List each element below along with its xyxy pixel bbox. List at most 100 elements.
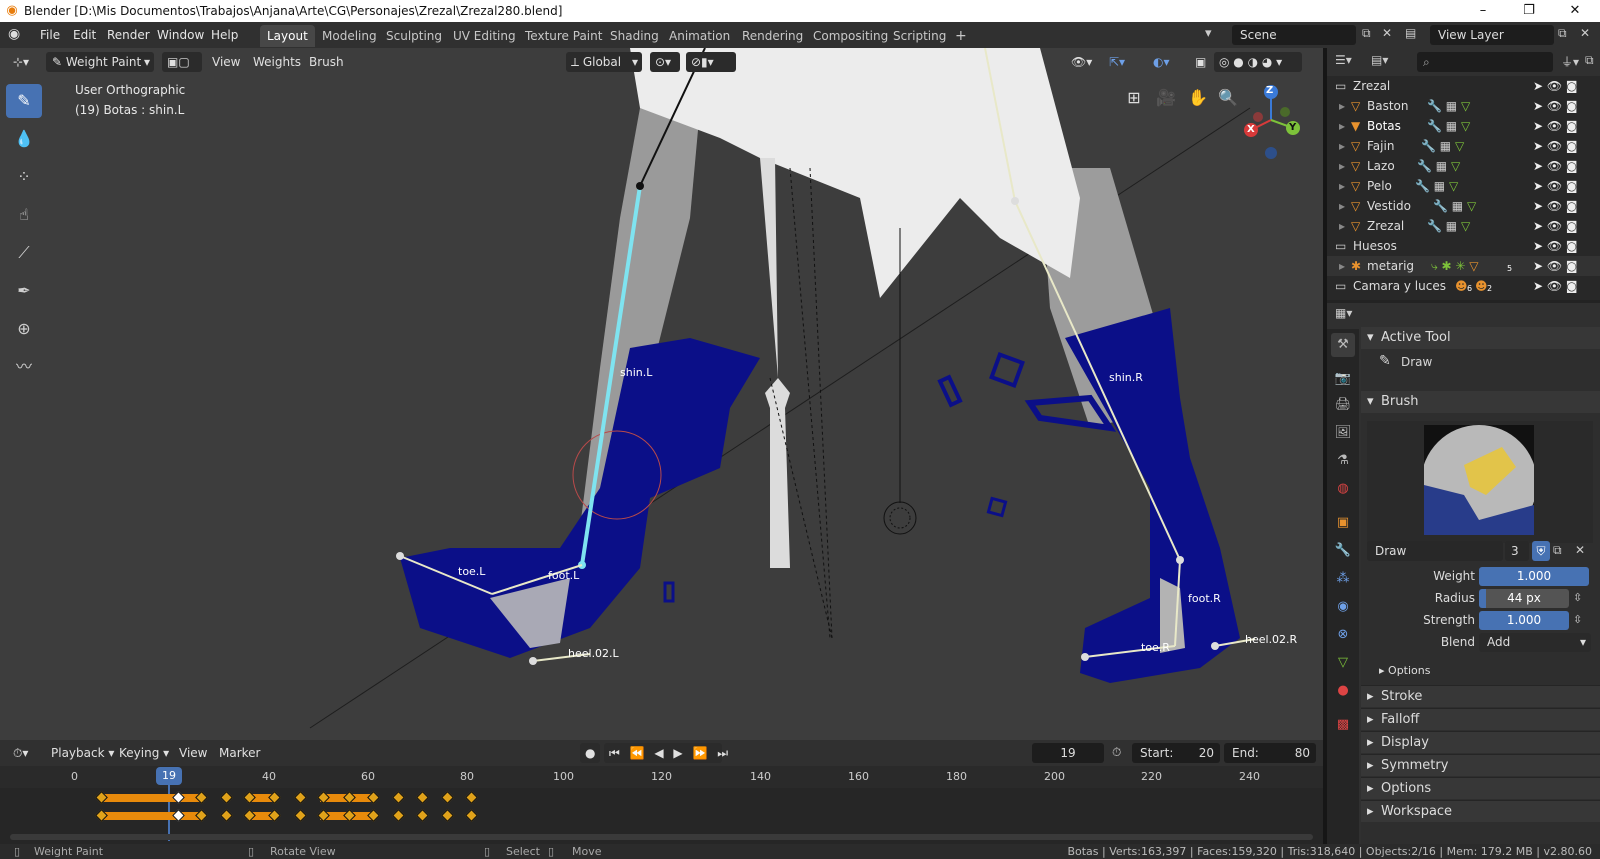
row-visibility-icons[interactable]: ➤ 👁 ◙ <box>1533 216 1578 236</box>
menu-playback[interactable]: Playback ▾ <box>46 743 119 763</box>
properties-editor-icon[interactable]: ▦▾ <box>1335 306 1352 320</box>
outliner-editor-icon[interactable]: ☰▾ <box>1335 53 1352 67</box>
menu-view[interactable]: View <box>174 743 212 763</box>
mask-toggle-buttons[interactable]: ▣▢ <box>162 52 202 72</box>
timeline-editor-icon[interactable]: ⏱▾ <box>8 743 33 763</box>
expand-arrow-icon[interactable]: ▸ <box>1339 136 1345 156</box>
tab-uv-editing[interactable]: UV Editing <box>446 25 523 47</box>
tab-layout[interactable]: Layout <box>260 25 315 47</box>
brush-preview-frame[interactable] <box>1367 421 1593 543</box>
row-visibility-icons[interactable]: ➤ 👁 ◙ <box>1533 176 1578 196</box>
tab-animation[interactable]: Animation <box>662 25 737 47</box>
outliner-row-collection[interactable]: ▭ Zrezal ➤ 👁 ◙ <box>1327 76 1600 96</box>
brush-name-field[interactable]: Draw <box>1367 541 1503 561</box>
falloff-panel-header[interactable]: ▸ Falloff <box>1361 708 1600 730</box>
gizmo-toggle-icon[interactable]: ⇱▾ <box>1104 52 1130 72</box>
overlays-toggle-icon[interactable]: ◐▾ <box>1148 52 1175 72</box>
remove-view-layer-icon[interactable]: ✕ <box>1580 26 1590 40</box>
camera-view-icon[interactable]: 🎥 <box>1152 84 1180 112</box>
pressure-toggle-icon[interactable]: ⇳ <box>1573 591 1582 604</box>
outliner-row-object[interactable]: ▸ ▽ Fajin 🔧 ▦ ▽ ➤ 👁 ◙ <box>1327 136 1600 156</box>
tab-modeling[interactable]: Modeling <box>315 25 384 47</box>
expand-arrow-icon[interactable]: ▸ <box>1339 216 1345 236</box>
workspace-panel-header[interactable]: ▸ Workspace <box>1361 800 1600 822</box>
tool-tab-icon[interactable]: ⚒ <box>1331 333 1355 357</box>
editor-type-button[interactable]: ⊹▾ <box>8 52 34 72</box>
weight-slider[interactable]: 1.000 <box>1479 567 1589 586</box>
add-workspace-button[interactable]: + <box>948 25 974 47</box>
view-layer-icon[interactable]: ▤ <box>1405 26 1416 40</box>
scene-name-field[interactable]: Scene <box>1232 25 1356 45</box>
data-tab-icon[interactable]: ▽ <box>1331 651 1355 675</box>
outliner-row-collection[interactable]: ▭ Camara y luces ☻ 6 ☻ 2 ➤ 👁 ◙ <box>1327 276 1600 296</box>
shading-modes[interactable]: ◎ ● ◑ ◕ ▾ <box>1214 52 1302 72</box>
row-visibility-icons[interactable]: ➤ 👁 ◙ <box>1533 136 1578 156</box>
gradient-tool-icon[interactable]: ⟋ <box>6 236 42 270</box>
render-tab-icon[interactable]: 📷 <box>1331 367 1355 391</box>
outliner-row-object[interactable]: ▸ ▽ Lazo 🔧 ▦ ▽ ➤ 👁 ◙ <box>1327 156 1600 176</box>
row-visibility-icons[interactable]: ➤ 👁 ◙ <box>1533 236 1578 256</box>
scene-icon[interactable]: ▾ <box>1205 26 1212 41</box>
row-visibility-icons[interactable]: ➤ 👁 ◙ <box>1533 156 1578 176</box>
remove-scene-icon[interactable]: ✕ <box>1382 26 1392 40</box>
scene-tab-icon[interactable]: ⚗ <box>1331 449 1355 473</box>
tab-compositing[interactable]: Compositing <box>806 25 895 47</box>
maximize-button[interactable]: ❐ <box>1506 0 1552 22</box>
menu-marker[interactable]: Marker <box>214 743 265 763</box>
outliner-search-input[interactable]: ⌕ <box>1417 52 1553 72</box>
expand-arrow-icon[interactable]: ▸ <box>1339 256 1345 276</box>
row-visibility-icons[interactable]: ➤ 👁 ◙ <box>1533 276 1578 296</box>
end-frame-field[interactable]: End: 80 <box>1224 743 1316 763</box>
tab-texture-paint[interactable]: Texture Paint <box>518 25 609 47</box>
constraints-tab-icon[interactable]: ⊗ <box>1331 623 1355 647</box>
transform-orientation[interactable]: ⟂ Global ▾ <box>566 52 642 72</box>
zoom-icon[interactable]: 🔍 <box>1214 84 1242 112</box>
draw-tool-icon[interactable]: ✎ <box>6 84 42 118</box>
new-view-layer-icon[interactable]: ⧉ <box>1558 26 1567 41</box>
physics-tab-icon[interactable]: ◉ <box>1331 595 1355 619</box>
row-visibility-icons[interactable]: ➤ 👁 ◙ <box>1533 196 1578 216</box>
symmetry-panel-header[interactable]: ▸ Symmetry <box>1361 754 1600 776</box>
current-frame-field[interactable]: 19 <box>1032 743 1104 763</box>
brush-panel-header[interactable]: ▾ Brush <box>1361 391 1600 413</box>
view-layer-tab-icon[interactable]: 🖼 <box>1331 421 1355 445</box>
expand-arrow-icon[interactable]: ▸ <box>1339 176 1345 196</box>
timeline-scrollbar[interactable] <box>10 834 1313 840</box>
pressure-toggle-icon[interactable]: ⇳ <box>1573 613 1582 626</box>
options-panel-header[interactable]: ▸ Options <box>1361 777 1600 799</box>
record-button[interactable]: ● <box>580 743 600 763</box>
playback-controls[interactable]: ⏮ ⏪ ◀ ▶ ⏩ ⏭ <box>604 743 728 763</box>
display-panel-header[interactable]: ▸ Display <box>1361 731 1600 753</box>
pivot-point-button[interactable]: ⊙▾ <box>650 52 680 72</box>
start-frame-field[interactable]: Start: 20 <box>1132 743 1220 763</box>
mode-selector[interactable]: ✎ Weight Paint ▾ <box>46 52 154 72</box>
menu-view[interactable]: View <box>207 52 245 72</box>
modifier-tab-icon[interactable]: 🔧 <box>1331 539 1355 563</box>
new-scene-icon[interactable]: ⧉ <box>1362 26 1371 41</box>
tab-scripting[interactable]: Scripting <box>886 25 953 47</box>
world-tab-icon[interactable]: ◍ <box>1331 477 1355 501</box>
menu-file[interactable]: File <box>40 26 60 44</box>
3d-viewport[interactable]: shin.L toe.L foot.L heel.02.L shin.R foo… <box>0 48 1323 740</box>
outliner-row-object[interactable]: ▸ ▽ Zrezal 🔧 ▦ ▽ ➤ 👁 ◙ <box>1327 216 1600 236</box>
outliner-row-object[interactable]: ▸ ▽ Vestido 🔧 ▦ ▽ ➤ 👁 ◙ <box>1327 196 1600 216</box>
menu-keying[interactable]: Keying ▾ <box>114 743 174 763</box>
radius-slider[interactable]: 44 px <box>1479 589 1569 608</box>
menu-edit[interactable]: Edit <box>73 26 96 44</box>
particles-tab-icon[interactable]: ⁂ <box>1331 567 1355 591</box>
view-layer-name-field[interactable]: View Layer <box>1430 25 1554 45</box>
expand-arrow-icon[interactable]: ▸ <box>1339 116 1345 136</box>
blur-tool-icon[interactable]: 💧 <box>6 122 42 156</box>
brush-users-count[interactable]: 3 <box>1505 541 1529 561</box>
blender-menu-icon[interactable]: ◉ <box>8 26 20 42</box>
menu-brush[interactable]: Brush <box>304 52 349 72</box>
outliner-row-object[interactable]: ▸ ▽ Pelo 🔧 ▦ ▽ ➤ 👁 ◙ <box>1327 176 1600 196</box>
cursor-tool-icon[interactable]: ⊕ <box>6 312 42 346</box>
outliner-row-object[interactable]: ▸ ▽ Baston 🔧 ▦ ▽ ➤ 👁 ◙ <box>1327 96 1600 116</box>
average-tool-icon[interactable]: ⁘ <box>6 160 42 194</box>
strength-slider[interactable]: 1.000 <box>1479 611 1569 630</box>
fake-user-shield-icon[interactable]: ⛨ <box>1532 541 1550 561</box>
expand-arrow-icon[interactable]: ▸ <box>1339 96 1345 116</box>
unlink-brush-icon[interactable]: ✕ <box>1575 543 1585 557</box>
active-tool-panel-header[interactable]: ▾ Active Tool <box>1361 327 1600 349</box>
